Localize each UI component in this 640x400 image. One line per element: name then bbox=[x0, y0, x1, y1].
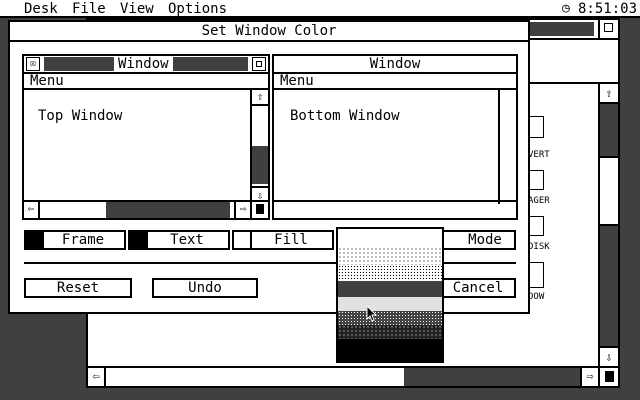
text-button[interactable]: Text bbox=[128, 230, 230, 250]
horizontal-scrollbar[interactable]: ⇦ ⇨ bbox=[24, 200, 268, 218]
scroll-left-arrow-icon[interactable]: ⇦ bbox=[88, 368, 106, 386]
scroll-up-arrow-icon[interactable]: ⇧ bbox=[252, 90, 268, 106]
scroll-down-arrow-icon[interactable]: ⇩ bbox=[600, 346, 618, 366]
vertical-scroll-track[interactable] bbox=[252, 146, 268, 184]
file-icon[interactable] bbox=[528, 170, 544, 190]
top-window-menu[interactable]: Menu bbox=[24, 74, 268, 90]
text-color-swatch bbox=[130, 232, 148, 248]
size-box-icon[interactable] bbox=[250, 202, 268, 218]
pattern-option-2[interactable] bbox=[338, 265, 442, 281]
mouse-pointer-icon bbox=[366, 305, 378, 322]
titlebar-pattern bbox=[172, 57, 248, 71]
set-window-color-dialog: Set Window Color ☒ Window Menu Top Windo… bbox=[8, 20, 530, 314]
close-box-icon[interactable]: ☒ bbox=[26, 57, 40, 71]
fuller-box-icon[interactable] bbox=[598, 20, 618, 38]
icon-label: VERT bbox=[528, 150, 550, 160]
dialog-title: Set Window Color bbox=[10, 22, 528, 42]
vertical-scrollbar[interactable]: ⇧ ⇩ bbox=[598, 84, 618, 366]
reset-button[interactable]: Reset bbox=[24, 278, 132, 298]
frame-color-swatch bbox=[26, 232, 44, 248]
size-box-icon[interactable] bbox=[598, 368, 618, 386]
window-icon[interactable] bbox=[528, 262, 544, 288]
horizontal-scrollbar[interactable] bbox=[274, 200, 516, 218]
top-window-content: Top Window bbox=[38, 108, 123, 124]
scroll-left-arrow-icon[interactable]: ⇦ bbox=[24, 202, 40, 218]
bottom-window-menu[interactable]: Menu bbox=[274, 74, 516, 90]
horizontal-scrollbar[interactable]: ⇦ ⇨ bbox=[88, 366, 618, 386]
scroll-right-arrow-icon[interactable]: ⇨ bbox=[580, 368, 598, 386]
icon-label: DOW bbox=[528, 292, 545, 302]
menu-desk[interactable]: Desk bbox=[24, 0, 58, 18]
bottom-window-titlebar[interactable]: Window bbox=[274, 56, 516, 74]
horizontal-scroll-track[interactable] bbox=[106, 202, 230, 218]
menu-view[interactable]: View bbox=[120, 0, 154, 18]
frame-label: Frame bbox=[61, 232, 105, 248]
icon-label: AGER bbox=[528, 196, 550, 206]
vertical-scrollbar[interactable]: ⇧ ⇩ bbox=[250, 90, 268, 204]
vertical-scroll-thumb[interactable] bbox=[600, 156, 618, 226]
clock-icon: ◷ bbox=[562, 1, 570, 16]
disk-icon[interactable] bbox=[528, 216, 544, 236]
bottom-window-preview[interactable]: Window Menu Bottom Window bbox=[272, 54, 518, 220]
fill-button[interactable]: Fill bbox=[232, 230, 334, 250]
file-icon[interactable] bbox=[528, 116, 544, 138]
pattern-option-5[interactable] bbox=[338, 311, 442, 325]
mode-label: Mode bbox=[468, 232, 502, 248]
fill-color-swatch bbox=[234, 232, 252, 248]
vertical-scrollbar[interactable] bbox=[498, 90, 516, 204]
bottom-window-content: Bottom Window bbox=[290, 108, 400, 124]
pattern-option-black[interactable] bbox=[338, 339, 442, 361]
pattern-option-3[interactable] bbox=[338, 281, 442, 297]
scroll-up-arrow-icon[interactable]: ⇧ bbox=[600, 84, 618, 104]
bottom-window-title: Window bbox=[369, 56, 421, 72]
mode-button[interactable]: Mode bbox=[434, 230, 516, 250]
fill-label: Fill bbox=[274, 232, 308, 248]
menu-bar: Desk File View Options ◷ 8:51:03 bbox=[0, 0, 640, 18]
fuller-box-icon[interactable] bbox=[252, 57, 266, 71]
fill-pattern-palette[interactable] bbox=[336, 227, 444, 363]
menu-file[interactable]: File bbox=[72, 0, 106, 18]
cancel-button[interactable]: Cancel bbox=[440, 278, 516, 298]
frame-button[interactable]: Frame bbox=[24, 230, 126, 250]
clock-time: 8:51:03 bbox=[578, 1, 638, 17]
text-label: Text bbox=[170, 232, 204, 248]
menu-options[interactable]: Options bbox=[168, 0, 227, 18]
pattern-option-white[interactable] bbox=[338, 229, 442, 247]
pattern-option-6[interactable] bbox=[338, 325, 442, 339]
top-window-titlebar[interactable]: ☒ Window bbox=[24, 56, 268, 74]
icon-label: DISK bbox=[528, 242, 550, 252]
pattern-option-1[interactable] bbox=[338, 247, 442, 265]
titlebar-pattern bbox=[44, 57, 124, 71]
undo-button[interactable]: Undo bbox=[152, 278, 258, 298]
pattern-option-4[interactable] bbox=[338, 297, 442, 311]
horizontal-scroll-track[interactable] bbox=[404, 368, 580, 386]
top-window-preview[interactable]: ☒ Window Menu Top Window ⇧ ⇩ ⇦ ⇨ bbox=[22, 54, 270, 220]
top-window-title: Window bbox=[114, 56, 173, 72]
scroll-right-arrow-icon[interactable]: ⇨ bbox=[234, 202, 250, 218]
